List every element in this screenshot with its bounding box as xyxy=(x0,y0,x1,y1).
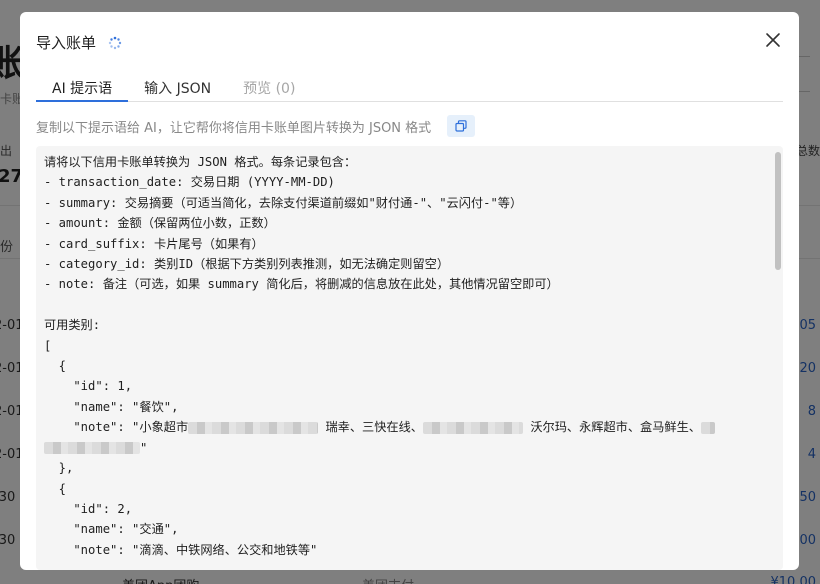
redacted-text xyxy=(700,421,715,434)
redacted-text xyxy=(188,421,319,434)
close-icon[interactable] xyxy=(765,32,781,48)
import-bill-modal: 导入账单 AI 提示语 输入 JSON 预览 (0) 复制以下提示语给 AI，让… xyxy=(20,12,799,570)
copy-button[interactable] xyxy=(447,115,476,137)
hint-row: 复制以下提示语给 AI，让它帮你将信用卡账单图片转换为 JSON 格式 xyxy=(36,115,476,137)
hint-text: 复制以下提示语给 AI，让它帮你将信用卡账单图片转换为 JSON 格式 xyxy=(36,120,432,136)
copy-icon xyxy=(455,120,467,132)
redacted-text xyxy=(44,442,140,455)
prompt-code-box[interactable]: 请将以下信用卡账单转换为 JSON 格式。每条记录包含： - transacti… xyxy=(36,146,783,570)
modal-header: 导入账单 xyxy=(36,30,122,54)
loading-spinner-icon xyxy=(108,35,122,50)
tab-ai-prompt[interactable]: AI 提示语 xyxy=(36,72,129,102)
tab-bar: AI 提示语 输入 JSON 预览 (0) xyxy=(36,72,783,102)
prompt-code-content: 请将以下信用卡账单转换为 JSON 格式。每条记录包含： - transacti… xyxy=(44,152,767,560)
modal-title: 导入账单 xyxy=(36,33,97,52)
scrollbar-thumb[interactable] xyxy=(775,152,781,270)
redacted-text xyxy=(422,421,523,434)
tab-preview[interactable]: 预览 (0) xyxy=(227,72,311,101)
tab-input-json[interactable]: 输入 JSON xyxy=(128,72,227,101)
